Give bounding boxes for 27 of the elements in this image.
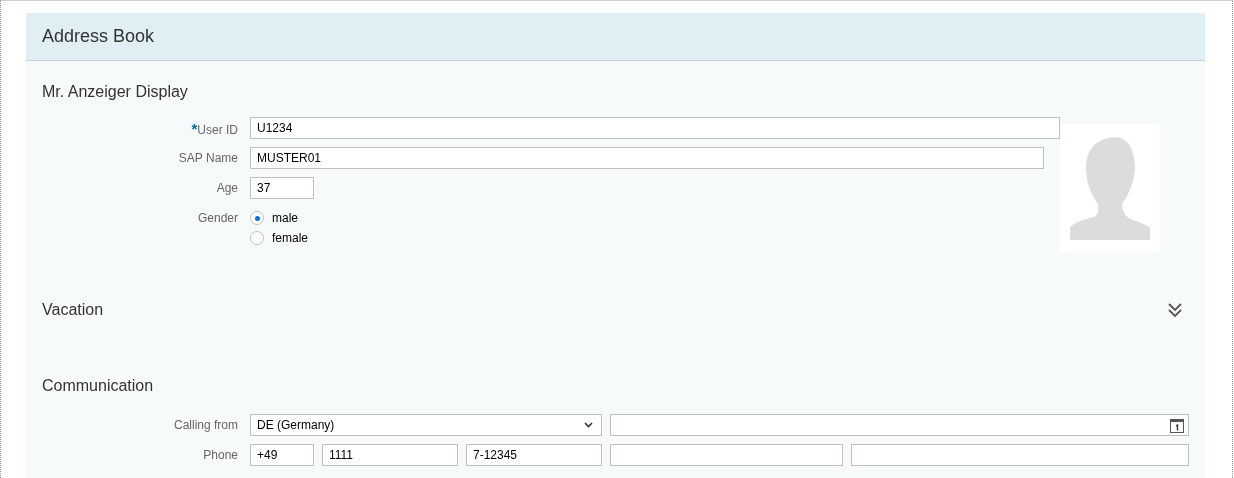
section-title: Communication: [41, 377, 155, 395]
field-label: *User ID: [190, 119, 238, 137]
field-label: SAP Name: [177, 151, 238, 165]
input-field[interactable]: 37: [250, 177, 314, 199]
date-field[interactable]: [610, 414, 1189, 436]
calendar-icon[interactable]: [1170, 417, 1184, 433]
expand-icon[interactable]: [1167, 303, 1183, 317]
input-field[interactable]: 7-12345: [466, 444, 602, 466]
input-field[interactable]: [610, 444, 843, 466]
radio-label[interactable]: male: [272, 211, 298, 225]
field-label: Age: [215, 181, 238, 195]
field-label: Calling from: [172, 418, 238, 432]
radio-button[interactable]: [250, 231, 264, 245]
input-field[interactable]: 1111: [322, 444, 458, 466]
field-label: Phone: [202, 448, 238, 462]
radio-label[interactable]: female: [272, 231, 309, 245]
panel-title: Address Book: [42, 26, 155, 47]
chevron-down-icon: [584, 422, 593, 428]
input-field[interactable]: +49: [250, 444, 314, 466]
section-title: Vacation: [41, 301, 104, 319]
section-title: Mr. Anzeiger Display: [41, 83, 189, 101]
input-field[interactable]: U1234: [250, 117, 1060, 139]
radio-button[interactable]: [250, 211, 264, 225]
field-label: Gender: [196, 211, 238, 225]
dropdown[interactable]: DE (Germany): [250, 414, 602, 436]
input-field[interactable]: [851, 444, 1189, 466]
input-field[interactable]: MUSTER01: [250, 147, 1044, 169]
